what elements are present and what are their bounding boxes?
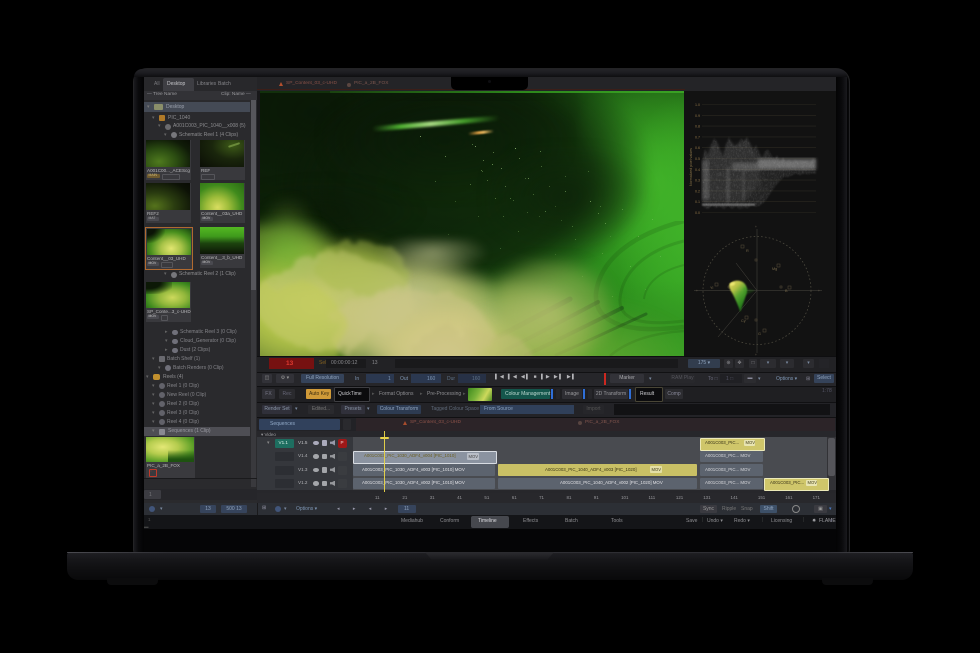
svg-text:0.4: 0.4 [695,167,700,171]
svg-text:0.9: 0.9 [695,113,700,117]
svg-text:R: R [746,249,749,253]
svg-text:+: + [696,289,698,293]
svg-text:0.8: 0.8 [695,124,700,128]
svg-text:0.2: 0.2 [695,189,700,193]
svg-text:G: G [758,332,761,336]
svg-text:0.0: 0.0 [695,211,700,215]
svg-text:+: + [755,225,757,229]
svg-text:Normalized pixel values: Normalized pixel values [689,147,693,185]
svg-text:0.7: 0.7 [695,135,700,139]
svg-text:1.0: 1.0 [695,103,700,107]
svg-text:0.6: 0.6 [695,146,700,150]
svg-text:+: + [818,289,820,293]
svg-text:Yl: Yl [710,286,714,290]
svg-text:Mg: Mg [772,267,777,271]
svg-text:0.3: 0.3 [695,178,700,182]
svg-text:0.5: 0.5 [695,157,700,161]
svg-text:B: B [785,289,788,293]
svg-text:0.1: 0.1 [695,200,700,204]
svg-text:Cy: Cy [741,319,746,323]
